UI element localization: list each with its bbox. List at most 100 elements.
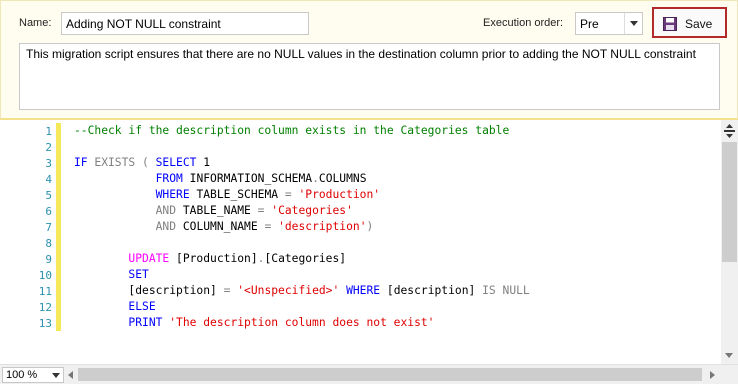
floppy-disk-icon <box>663 17 677 31</box>
code-token: AND <box>155 220 183 233</box>
code-token: = <box>223 284 238 297</box>
code-token: EXISTS ( <box>94 156 156 169</box>
code-line: 4 FROM INFORMATION_SCHEMA.COLUMNS <box>0 171 718 187</box>
line-number: 13 <box>38 317 52 330</box>
code-text: WHERE TABLE_SCHEMA = 'Production' <box>74 188 380 201</box>
line-number: 2 <box>45 141 52 154</box>
code-line: 5 WHERE TABLE_SCHEMA = 'Production' <box>0 187 718 203</box>
line-number: 1 <box>45 125 52 138</box>
code-token: = <box>264 220 279 233</box>
code-token: 'Categories' <box>271 204 353 217</box>
line-number: 7 <box>45 221 52 234</box>
code-text: FROM INFORMATION_SCHEMA.COLUMNS <box>74 172 367 185</box>
execution-order-select[interactable]: Pre <box>575 12 643 35</box>
line-number: 8 <box>45 237 52 250</box>
code-token: ) <box>366 220 374 233</box>
code-text: PRINT 'The description column does not e… <box>74 316 435 329</box>
code-line: 9 UPDATE [Production].[Categories] <box>0 251 718 267</box>
save-button[interactable]: Save <box>652 7 727 38</box>
scroll-down-icon[interactable] <box>725 353 733 358</box>
code-text: IF EXISTS ( SELECT 1 <box>74 156 210 169</box>
code-line: 10 SET <box>0 267 718 283</box>
line-number: 4 <box>45 173 52 186</box>
code-token: SELECT <box>155 156 204 169</box>
code-token: IF <box>74 156 95 169</box>
chevron-down-icon[interactable] <box>624 13 642 34</box>
code-token: --Check if the description column exists… <box>74 124 510 137</box>
vertical-scroll-thumb[interactable] <box>722 142 737 262</box>
line-number: 9 <box>45 253 52 266</box>
code-token: COLUMNS <box>318 172 367 185</box>
code-token: [Production] <box>176 252 258 265</box>
execution-order-value: Pre <box>580 17 599 31</box>
vertical-scrollbar[interactable] <box>721 120 738 364</box>
line-number: 12 <box>38 301 52 314</box>
description-textarea[interactable]: This migration script ensures that there… <box>19 43 720 110</box>
code-token: IS NULL <box>482 284 530 297</box>
horizontal-scroll-thumb[interactable] <box>78 368 702 381</box>
code-text: AND TABLE_NAME = 'Categories' <box>74 204 353 217</box>
code-token: UPDATE <box>128 252 177 265</box>
code-token: TABLE_NAME <box>182 204 258 217</box>
code-token: = <box>257 204 272 217</box>
code-token: FROM <box>155 172 190 185</box>
code-token: [Categories] <box>264 252 347 265</box>
code-token: AND <box>155 204 183 217</box>
code-token: = <box>284 188 299 201</box>
code-line: 1 --Check if the description column exist… <box>0 123 718 139</box>
code-text: ELSE <box>74 300 156 313</box>
code-token: WHERE <box>155 188 197 201</box>
code-token: 'description' <box>278 220 367 233</box>
line-number: 10 <box>38 269 52 282</box>
code-line: 12 ELSE <box>0 299 718 315</box>
code-token: TABLE_SCHEMA <box>196 188 285 201</box>
zoom-value: 100 % <box>6 369 38 381</box>
chevron-down-icon[interactable] <box>52 373 60 378</box>
code-token: 'Production' <box>298 188 381 201</box>
code-token: INFORMATION_SCHEMA <box>189 172 313 185</box>
code-text: AND COLUMN_NAME = 'description') <box>74 220 374 233</box>
code-lines: 1 --Check if the description column exist… <box>0 123 718 331</box>
code-token: COLUMN_NAME <box>182 220 265 233</box>
code-text: SET <box>74 268 149 281</box>
code-line: 8 <box>0 235 718 251</box>
code-token: 'The description column does not exist' <box>169 316 435 329</box>
line-number: 3 <box>45 157 52 170</box>
code-line: 3 IF EXISTS ( SELECT 1 <box>0 155 718 171</box>
code-token: [description] <box>386 284 483 297</box>
code-line: 6 AND TABLE_NAME = 'Categories' <box>0 203 718 219</box>
code-token: 1 <box>203 156 211 169</box>
line-number: 11 <box>38 285 52 298</box>
code-token: . <box>312 172 319 185</box>
code-line: 2 <box>0 139 718 155</box>
code-token: SET <box>128 268 149 281</box>
name-input[interactable] <box>61 12 309 35</box>
code-line: 11 [description] = '<Unspecified>' WHERE… <box>0 283 718 299</box>
execution-order-label: Execution order: <box>483 17 564 29</box>
code-token: WHERE <box>346 284 387 297</box>
code-text: --Check if the description column exists… <box>74 124 509 137</box>
script-properties-panel: Name: Execution order: Pre Save This mig… <box>0 0 738 120</box>
save-label: Save <box>685 17 713 31</box>
code-token: PRINT <box>128 316 170 329</box>
scroll-right-icon[interactable] <box>710 371 715 379</box>
split-editor-icon[interactable] <box>723 124 736 138</box>
sql-editor[interactable]: 1 --Check if the description column exist… <box>0 120 738 364</box>
code-token: [description] <box>74 284 224 297</box>
code-line: 13 PRINT 'The description column does no… <box>0 315 718 331</box>
code-token: '<Unspecified>' <box>237 284 347 297</box>
editor-status-bar: 100 % <box>0 364 738 384</box>
zoom-select[interactable]: 100 % <box>2 367 64 383</box>
line-number: 6 <box>45 205 52 218</box>
code-token: ELSE <box>128 300 156 313</box>
scroll-left-icon[interactable] <box>68 371 73 379</box>
name-label: Name: <box>19 17 52 29</box>
